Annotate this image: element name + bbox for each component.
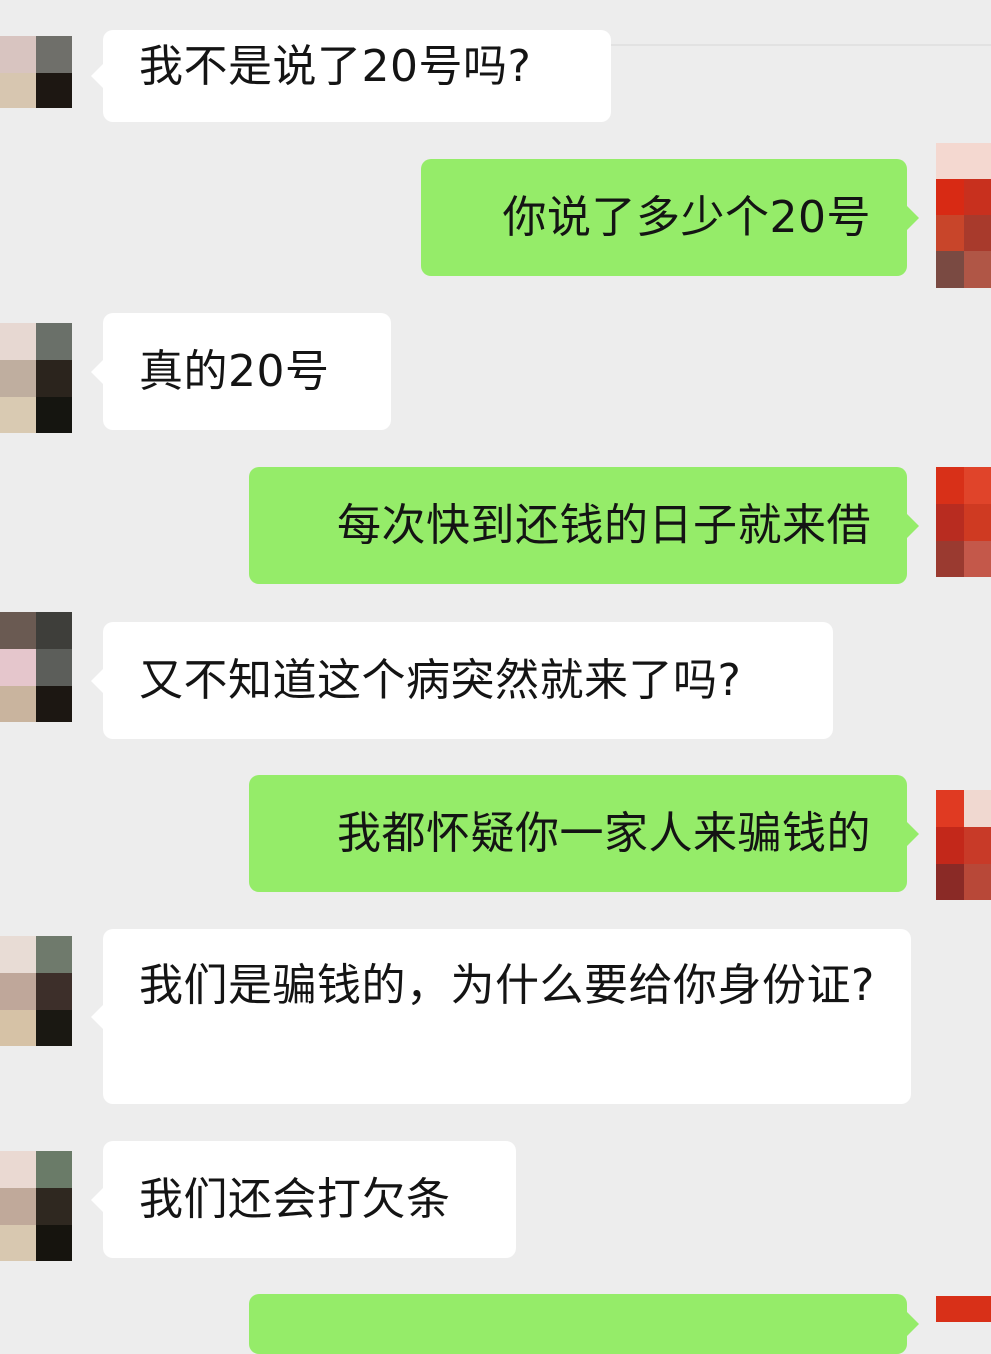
contact-avatar-icon[interactable] xyxy=(0,936,72,1046)
message-text: 每次快到还钱的日子就来借 xyxy=(337,500,871,551)
divider-line xyxy=(610,44,991,46)
contact-avatar-icon[interactable] xyxy=(0,36,72,108)
message-bubble-outgoing[interactable]: 每次快到还钱的日子就来借 xyxy=(249,467,919,584)
message-bubble-incoming[interactable]: 我不是说了20号吗? xyxy=(91,30,611,122)
self-avatar-icon[interactable] xyxy=(936,1296,991,1322)
message-text: 你说了多少个20号 xyxy=(502,192,871,243)
self-avatar-icon[interactable] xyxy=(936,467,991,577)
contact-avatar-icon[interactable] xyxy=(0,612,72,722)
message-bubble-incoming[interactable]: 又不知道这个病突然就来了吗? xyxy=(91,622,833,739)
message-text: 我们是骗钱的，为什么要给你身份证? xyxy=(139,960,875,1011)
chat-message-list[interactable]: 我不是说了20号吗? 你说了多少个20号 真的20号 每次快到还钱的日子就来借 xyxy=(0,0,991,1354)
message-bubble-incoming[interactable]: 真的20号 xyxy=(91,313,391,430)
message-text: 我们还会打欠条 xyxy=(139,1174,451,1225)
contact-avatar-icon[interactable] xyxy=(0,1151,72,1261)
message-text: 又不知道这个病突然就来了吗? xyxy=(139,655,742,706)
message-bubble-outgoing[interactable]: 我都怀疑你一家人来骗钱的 xyxy=(249,775,919,892)
message-bubble-outgoing[interactable]: 你说了多少个20号 xyxy=(421,159,919,276)
self-avatar-icon[interactable] xyxy=(936,143,991,288)
message-text: 我不是说了20号吗? xyxy=(139,41,532,92)
message-text: 真的20号 xyxy=(139,346,330,397)
message-bubble-incoming[interactable]: 我们是骗钱的，为什么要给你身份证? xyxy=(91,929,911,1104)
self-avatar-icon[interactable] xyxy=(936,790,991,900)
message-bubble-incoming[interactable]: 我们还会打欠条 xyxy=(91,1141,516,1258)
message-text: 我都怀疑你一家人来骗钱的 xyxy=(337,808,871,859)
message-bubble-outgoing[interactable] xyxy=(249,1294,919,1354)
contact-avatar-icon[interactable] xyxy=(0,323,72,433)
